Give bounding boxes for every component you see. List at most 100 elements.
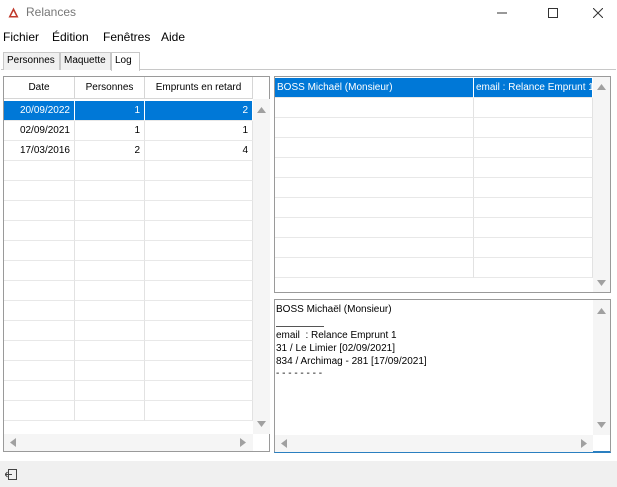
maximize-button[interactable]: [530, 0, 576, 26]
empty-row: [4, 321, 253, 341]
empty-cell: [275, 138, 474, 158]
empty-cell: [75, 341, 145, 361]
menu-fichier[interactable]: Fichier: [3, 30, 39, 44]
empty-cell: [474, 258, 593, 278]
exit-icon[interactable]: [5, 469, 17, 480]
empty-cell: [4, 361, 75, 381]
menu-bar: Fichier Édition Fenêtres Aide: [0, 27, 617, 47]
menu-edition[interactable]: Édition: [52, 30, 89, 44]
scroll-down-icon[interactable]: [597, 422, 606, 428]
empty-row: [4, 241, 253, 261]
scroll-left-icon[interactable]: [10, 438, 16, 447]
detail-textarea[interactable]: BOSS Michaël (Monsieur) email : Relance …: [274, 299, 611, 453]
empty-cell: [275, 98, 474, 118]
scroll-right-icon[interactable]: [240, 438, 246, 447]
tab-log[interactable]: Log: [111, 52, 140, 71]
empty-cell: [145, 201, 253, 221]
empty-cell: [145, 401, 253, 421]
detail-line: - - - - - - - -: [276, 368, 323, 379]
minimize-icon: [497, 12, 507, 14]
table-row[interactable]: 17/03/2016 2 4: [4, 141, 253, 161]
menu-aide[interactable]: Aide: [161, 30, 185, 44]
table-row[interactable]: 02/09/2021 1 1: [4, 121, 253, 141]
scroll-up-icon[interactable]: [257, 107, 266, 113]
cell-personnes: 1: [75, 101, 145, 121]
empty-cell: [145, 341, 253, 361]
minimize-button[interactable]: [479, 0, 525, 26]
cell-message: email : Relance Emprunt 1: [474, 78, 593, 98]
horizontal-scrollbar[interactable]: [275, 435, 593, 452]
app-icon: [8, 7, 19, 18]
empty-cell: [474, 138, 593, 158]
empty-row: [4, 341, 253, 361]
scroll-up-icon[interactable]: [597, 308, 606, 314]
empty-cell: [474, 118, 593, 138]
cell-personnes: 2: [75, 141, 145, 161]
empty-row: [4, 281, 253, 301]
detail-line: 834 / Archimag - 281 [17/09/2021]: [276, 356, 427, 367]
window-title: Relances: [26, 5, 77, 19]
tab-maquette[interactable]: Maquette: [60, 52, 111, 70]
empty-cell: [75, 401, 145, 421]
empty-row: [4, 401, 253, 421]
empty-cell: [275, 198, 474, 218]
empty-cell: [75, 201, 145, 221]
column-header-personnes[interactable]: Personnes: [75, 77, 145, 99]
empty-row: [4, 361, 253, 381]
empty-cell: [275, 158, 474, 178]
vertical-scrollbar[interactable]: [593, 300, 610, 435]
empty-cell: [75, 241, 145, 261]
empty-cell: [145, 281, 253, 301]
empty-cell: [145, 241, 253, 261]
close-icon: [593, 8, 603, 18]
cell-person-name: BOSS Michaël (Monsieur): [275, 78, 474, 98]
empty-cell: [275, 238, 474, 258]
empty-cell: [275, 218, 474, 238]
empty-cell: [75, 361, 145, 381]
log-table: Date Personnes Emprunts en retard 20/09/…: [3, 76, 270, 452]
empty-cell: [4, 321, 75, 341]
title-bar: Relances: [0, 0, 617, 26]
status-bar: [0, 461, 617, 487]
empty-cell: [275, 178, 474, 198]
empty-cell: [145, 181, 253, 201]
empty-cell: [275, 258, 474, 278]
detail-line: 31 / Le Limier [02/09/2021]: [276, 343, 395, 354]
scroll-down-icon[interactable]: [257, 421, 266, 427]
empty-cell: [474, 198, 593, 218]
empty-cell: [145, 381, 253, 401]
scroll-right-icon[interactable]: [581, 439, 587, 448]
empty-cell: [4, 381, 75, 401]
table-row[interactable]: 20/09/2022 1 2: [4, 101, 253, 121]
close-button[interactable]: [575, 0, 617, 26]
empty-cell: [145, 261, 253, 281]
empty-cell: [474, 98, 593, 118]
empty-cell: [75, 381, 145, 401]
empty-cell: [75, 301, 145, 321]
empty-cell: [4, 261, 75, 281]
vertical-scrollbar[interactable]: [593, 77, 610, 292]
empty-cell: [4, 301, 75, 321]
scroll-up-icon[interactable]: [597, 84, 606, 90]
detail-line: BOSS Michaël (Monsieur): [276, 304, 392, 315]
tab-personnes[interactable]: Personnes: [3, 52, 60, 70]
empty-row: [4, 261, 253, 281]
menu-fenetres[interactable]: Fenêtres: [103, 30, 150, 44]
empty-cell: [145, 221, 253, 241]
empty-cell: [75, 261, 145, 281]
empty-cell: [75, 321, 145, 341]
empty-cell: [4, 281, 75, 301]
person-table: BOSS Michaël (Monsieur) email : Relance …: [274, 76, 611, 293]
column-header-emprunts[interactable]: Emprunts en retard: [145, 77, 253, 99]
column-header-date[interactable]: Date: [4, 77, 75, 99]
empty-cell: [4, 181, 75, 201]
scroll-down-icon[interactable]: [597, 280, 606, 286]
empty-cell: [474, 178, 593, 198]
vertical-scrollbar[interactable]: [253, 99, 270, 434]
empty-row: [4, 161, 253, 181]
horizontal-scrollbar[interactable]: [4, 434, 253, 451]
detail-line: email : Relance Emprunt 1: [276, 330, 397, 341]
scroll-left-icon[interactable]: [281, 439, 287, 448]
empty-row: [4, 221, 253, 241]
cell-emprunts: 4: [145, 141, 253, 161]
